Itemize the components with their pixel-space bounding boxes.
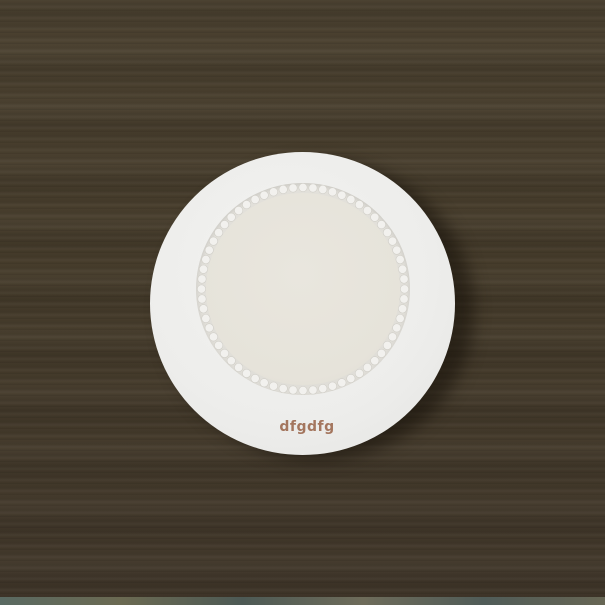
scallop-bead: [388, 236, 398, 246]
scallop-bead: [269, 381, 279, 391]
scallop-bead: [382, 340, 392, 350]
scallop-bead: [376, 348, 386, 358]
scallop-bead: [298, 183, 308, 192]
scallop-bead: [197, 284, 206, 294]
scallop-bead: [399, 274, 409, 284]
scallop-bead: [392, 323, 402, 333]
scallop-bead: [197, 294, 207, 304]
scallop-bead: [354, 200, 364, 210]
scallop-bead: [259, 378, 269, 388]
scallop-bead: [362, 206, 372, 216]
scallop-bead: [242, 368, 252, 378]
scallop-bead: [308, 183, 318, 193]
scallop-bead: [388, 332, 398, 342]
scallop-bead: [226, 356, 236, 366]
scallop-bead: [288, 183, 298, 193]
scallop-bead: [327, 381, 337, 391]
scallop-bead: [370, 212, 380, 222]
scallop-bead: [234, 362, 244, 372]
scallop-bead: [278, 384, 288, 394]
scallop-bead: [370, 356, 380, 366]
scallop-bead: [346, 374, 356, 384]
scallop-bead: [288, 385, 298, 395]
plate-center[interactable]: [206, 193, 400, 385]
scallop-bead: [298, 386, 308, 395]
scallop-bead: [250, 374, 260, 384]
scallop-bead: [197, 274, 207, 284]
scallop-bead: [382, 228, 392, 238]
scallop-bead: [400, 284, 410, 294]
scallop-bead: [346, 194, 356, 204]
scallop-bead: [354, 368, 364, 378]
scallop-bead: [337, 378, 347, 388]
scallop-bead: [399, 294, 409, 304]
scallop-bead: [278, 184, 288, 194]
scallop-bead: [318, 184, 328, 194]
scallop-bead: [308, 385, 318, 395]
scallop-bead: [198, 304, 208, 314]
scallop-bead: [398, 304, 408, 314]
bottom-edge-strip: [0, 597, 605, 605]
scallop-bead: [259, 190, 269, 200]
scallop-bead: [395, 313, 405, 323]
scallop-bead: [395, 255, 405, 265]
scallop-bead: [392, 245, 402, 255]
scallop-bead: [398, 264, 408, 274]
scallop-bead: [337, 190, 347, 200]
scallop-bead: [362, 362, 372, 372]
plate-label: dfgdfg: [279, 419, 335, 435]
scallop-bead: [269, 187, 279, 197]
scallop-bead: [327, 187, 337, 197]
scallop-bead: [376, 220, 386, 230]
scallop-bead: [318, 384, 328, 394]
